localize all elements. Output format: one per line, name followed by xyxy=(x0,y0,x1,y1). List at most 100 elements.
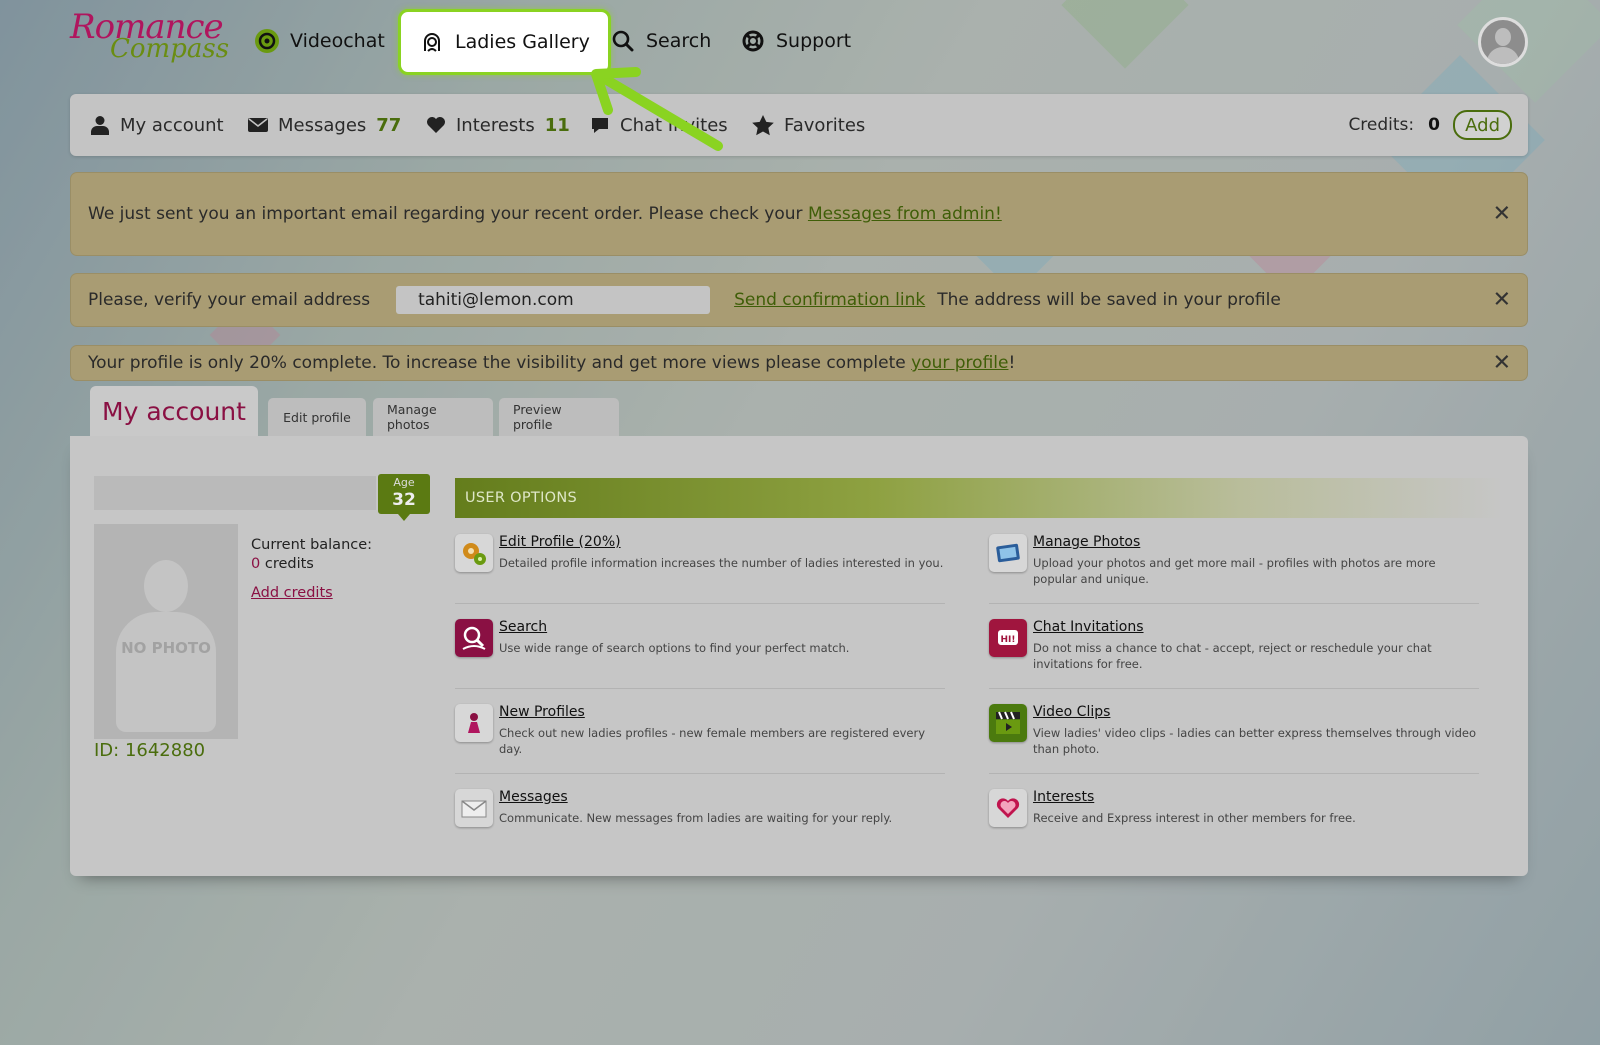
option-title[interactable]: Interests xyxy=(1033,789,1094,805)
credits-label: Credits: xyxy=(1348,115,1415,135)
age-value: 32 xyxy=(392,490,416,510)
admin-message-notice: We just sent you an important email rega… xyxy=(70,172,1528,256)
lifebuoy-icon xyxy=(740,28,766,54)
nav-ladies-gallery[interactable]: Ladies Gallery xyxy=(398,9,611,75)
close-icon[interactable]: ✕ xyxy=(1493,288,1511,313)
option-title[interactable]: New Profiles xyxy=(499,704,585,720)
balance-label: Current balance: xyxy=(251,537,373,553)
profile-complete-text: Your profile is only 20% complete. To in… xyxy=(88,353,1016,373)
tab-manage-photos[interactable]: Manage photos xyxy=(373,398,493,436)
photo-frame-icon xyxy=(989,534,1027,572)
new-lady-icon xyxy=(455,704,493,742)
verify-email-note: The address will be saved in your profil… xyxy=(937,290,1281,310)
messages-from-admin-link[interactable]: Messages from admin! xyxy=(808,204,1002,224)
add-credits-button[interactable]: Add xyxy=(1453,110,1512,140)
search-icon xyxy=(610,28,636,54)
user-icon xyxy=(91,116,109,135)
envelope-icon xyxy=(248,118,268,132)
nav-search-label: Search xyxy=(646,30,712,52)
top-navigation: Romance Compass Videochat Ladies Gallery… xyxy=(0,0,1600,84)
interests-count-badge: 11 xyxy=(544,114,570,136)
nav-support[interactable]: Support xyxy=(740,20,851,62)
option-title[interactable]: Search xyxy=(499,619,547,635)
your-profile-link[interactable]: your profile xyxy=(911,353,1008,373)
account-subnav: My account Messages 77 Interests 11 Chat… xyxy=(70,94,1528,156)
current-balance: Current balance: 0 credits Add credits xyxy=(251,536,372,603)
option-title[interactable]: Manage Photos xyxy=(1033,534,1140,550)
option-title[interactable]: Edit Profile (20%) xyxy=(499,534,621,550)
credits-value: 0 xyxy=(1428,115,1440,135)
lady-face-icon xyxy=(419,29,445,55)
nav-videochat-label: Videochat xyxy=(290,30,385,52)
user-avatar[interactable] xyxy=(1478,17,1528,67)
nav-support-label: Support xyxy=(776,30,852,52)
option-description: Communicate. New messages from ladies ar… xyxy=(499,811,893,825)
profile-name-bar xyxy=(94,476,376,510)
envelope-icon xyxy=(455,789,493,827)
option-new-profiles[interactable]: New Profiles Check out new ladies profil… xyxy=(455,696,945,774)
user-options-header: USER OPTIONS xyxy=(455,478,1503,518)
subnav-messages[interactable]: Messages 77 xyxy=(248,94,401,156)
subnav-interests[interactable]: Interests 11 xyxy=(426,94,570,156)
subnav-interests-label: Interests xyxy=(456,114,535,136)
option-description: Do not miss a chance to chat - accept, r… xyxy=(1033,641,1432,671)
option-video-clips[interactable]: Video Clips View ladies' video clips - l… xyxy=(989,696,1479,774)
close-icon[interactable]: ✕ xyxy=(1493,202,1511,227)
heart-icon xyxy=(427,117,445,133)
user-id: ID: 1642880 xyxy=(94,740,206,761)
option-title[interactable]: Video Clips xyxy=(1033,704,1110,720)
option-messages[interactable]: Messages Communicate. New messages from … xyxy=(455,781,945,859)
silhouette-head xyxy=(144,560,188,612)
pointer-arrow-icon xyxy=(591,67,723,151)
subnav-my-account[interactable]: My account xyxy=(90,94,224,156)
age-badge: Age 32 xyxy=(378,474,430,521)
messages-count-badge: 77 xyxy=(376,114,402,136)
credits-display: Credits: 0 xyxy=(1348,94,1440,156)
profile-photo-placeholder[interactable]: NO PHOTO xyxy=(94,524,238,739)
silhouette-body xyxy=(116,612,216,732)
option-manage-photos[interactable]: Manage Photos Upload your photos and get… xyxy=(989,526,1479,604)
search-icon xyxy=(455,619,493,657)
tab-edit-profile[interactable]: Edit profile xyxy=(268,398,366,436)
option-search[interactable]: Search Use wide range of search options … xyxy=(455,611,945,689)
videochat-icon xyxy=(254,28,280,54)
tab-my-account[interactable]: My account xyxy=(90,386,258,436)
my-account-panel: Age 32 NO PHOTO Current balance: 0 credi… xyxy=(70,436,1528,876)
star-icon xyxy=(752,114,774,135)
subnav-favorites[interactable]: Favorites xyxy=(752,94,865,156)
option-interests[interactable]: Interests Receive and Express interest i… xyxy=(989,781,1479,859)
hi-chat-icon: HI! xyxy=(989,619,1027,657)
subnav-messages-label: Messages xyxy=(278,114,367,136)
option-title[interactable]: Messages xyxy=(499,789,568,805)
option-edit-profile[interactable]: Edit Profile (20%) Detailed profile info… xyxy=(455,526,945,604)
verify-email-notice: Please, verify your email address tahiti… xyxy=(70,273,1528,327)
nav-ladies-gallery-label: Ladies Gallery xyxy=(455,31,590,53)
svg-text:HI!: HI! xyxy=(1001,635,1016,645)
option-description: View ladies' video clips - ladies can be… xyxy=(1033,726,1477,756)
subnav-favorites-label: Favorites xyxy=(784,114,866,136)
tab-preview-profile[interactable]: Preview profile xyxy=(499,398,619,436)
option-chat-invitations[interactable]: HI! Chat Invitations Do not miss a chanc… xyxy=(989,611,1479,689)
option-title[interactable]: Chat Invitations xyxy=(1033,619,1144,635)
gear-icon xyxy=(455,534,493,572)
heart-icon xyxy=(989,789,1027,827)
profile-complete-notice: Your profile is only 20% complete. To in… xyxy=(70,345,1528,381)
subnav-my-account-label: My account xyxy=(120,114,224,136)
clapperboard-icon xyxy=(989,704,1027,742)
option-description: Check out new ladies profiles - new fema… xyxy=(499,726,926,756)
admin-notice-text: We just sent you an important email rega… xyxy=(88,204,1002,224)
balance-value: 0 credits xyxy=(251,556,314,572)
romance-compass-logo[interactable]: Romance Compass xyxy=(70,10,229,70)
close-icon[interactable]: ✕ xyxy=(1493,351,1511,376)
logo-text-compass: Compass xyxy=(110,34,230,64)
email-field[interactable]: tahiti@lemon.com xyxy=(396,286,711,314)
no-photo-label: NO PHOTO xyxy=(121,639,211,657)
nav-videochat[interactable]: Videochat xyxy=(254,20,385,62)
verify-email-text: Please, verify your email address xyxy=(88,290,371,310)
send-confirmation-link[interactable]: Send confirmation link xyxy=(734,290,925,310)
option-description: Upload your photos and get more mail - p… xyxy=(1033,556,1436,586)
age-label: Age xyxy=(393,476,415,489)
option-description: Use wide range of search options to find… xyxy=(499,641,850,655)
add-credits-link[interactable]: Add credits xyxy=(251,584,372,603)
nav-search[interactable]: Search xyxy=(610,20,711,62)
